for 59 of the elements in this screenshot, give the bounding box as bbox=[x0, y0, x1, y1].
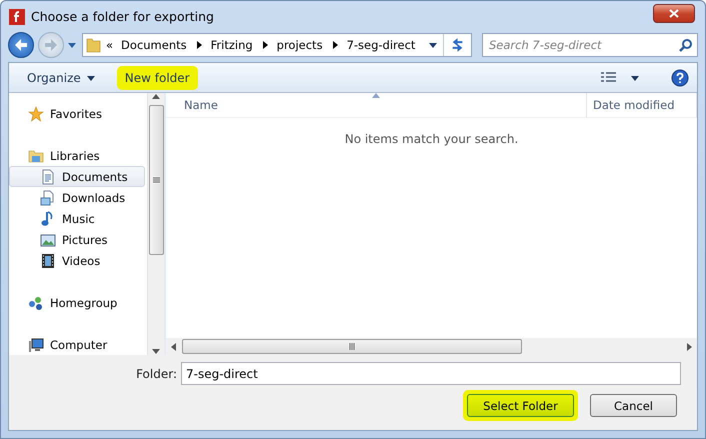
sidebar-item[interactable]: Favorites bbox=[9, 103, 145, 124]
folder-input[interactable]: 7-seg-direct bbox=[181, 362, 681, 385]
address-bar[interactable]: « Documents Fritzing projects 7-seg-direct bbox=[82, 33, 472, 57]
chevron-right-icon bbox=[194, 41, 203, 49]
sidebar-item[interactable]: Computer bbox=[9, 334, 145, 355]
sort-arrow-icon bbox=[372, 93, 380, 98]
column-header[interactable]: Date modified bbox=[587, 92, 697, 118]
close-icon bbox=[669, 9, 679, 18]
chevron-right-icon bbox=[330, 41, 339, 49]
grip-icon bbox=[349, 343, 355, 350]
dropdown-arrow-icon bbox=[631, 74, 639, 82]
sidebar-item[interactable]: Homegroup bbox=[9, 292, 145, 313]
app-icon bbox=[9, 8, 25, 24]
folder-icon bbox=[86, 37, 102, 53]
download-folder-icon bbox=[40, 190, 56, 206]
scroll-left-icon bbox=[170, 342, 178, 350]
scroll-down-icon bbox=[152, 347, 160, 355]
dropdown-arrow-icon bbox=[68, 41, 76, 49]
dropdown-arrow-icon bbox=[86, 74, 95, 82]
column-header[interactable]: Name bbox=[166, 92, 587, 118]
select-folder-button[interactable]: Select Folder bbox=[467, 394, 574, 417]
close-button[interactable] bbox=[653, 4, 695, 23]
help-icon[interactable] bbox=[671, 68, 689, 86]
scrollbar-thumb[interactable] bbox=[182, 339, 522, 354]
search-field[interactable]: Search 7-seg-direct bbox=[482, 33, 698, 57]
sidebar-item[interactable]: Pictures bbox=[9, 229, 145, 250]
dropdown-arrow-icon bbox=[429, 41, 437, 49]
overflow-chevron[interactable]: « bbox=[102, 38, 118, 52]
breadcrumb[interactable]: Documents bbox=[117, 38, 207, 52]
grip-icon bbox=[152, 177, 160, 183]
window-title: Choose a folder for exporting bbox=[31, 9, 215, 24]
chevron-right-icon bbox=[260, 41, 269, 49]
breadcrumb[interactable]: projects bbox=[272, 38, 343, 52]
empty-message: No items match your search. bbox=[344, 132, 518, 148]
star-icon bbox=[28, 106, 44, 122]
sidebar-item[interactable]: Videos bbox=[9, 250, 145, 271]
film-icon bbox=[40, 252, 56, 268]
sidebar-item[interactable]: Downloads bbox=[9, 187, 145, 208]
sidebar-item[interactable]: Music bbox=[9, 208, 145, 229]
sidebar-item[interactable]: Libraries bbox=[9, 145, 145, 166]
computer-icon bbox=[28, 336, 44, 352]
back-arrow-icon bbox=[14, 39, 28, 51]
new-folder-button[interactable]: New folder bbox=[116, 66, 198, 90]
picture-icon bbox=[40, 232, 56, 248]
homegroup-icon bbox=[28, 294, 44, 310]
sidebar-item[interactable]: Documents bbox=[9, 166, 145, 187]
folder-label: Folder: bbox=[136, 366, 177, 380]
scroll-right-icon bbox=[685, 342, 693, 350]
breadcrumb[interactable]: Fritzing bbox=[206, 38, 273, 52]
search-icon bbox=[679, 38, 693, 52]
breadcrumb[interactable]: 7-seg-direct bbox=[342, 38, 420, 52]
back-button[interactable] bbox=[8, 32, 34, 58]
document-icon bbox=[40, 168, 56, 184]
folder-icon bbox=[28, 148, 44, 164]
view-icon[interactable] bbox=[601, 72, 617, 84]
cancel-button[interactable]: Cancel bbox=[590, 394, 677, 417]
scrollbar-thumb[interactable] bbox=[148, 105, 164, 255]
organize-menu[interactable]: Organize bbox=[19, 66, 103, 90]
forward-arrow-icon bbox=[44, 39, 58, 51]
